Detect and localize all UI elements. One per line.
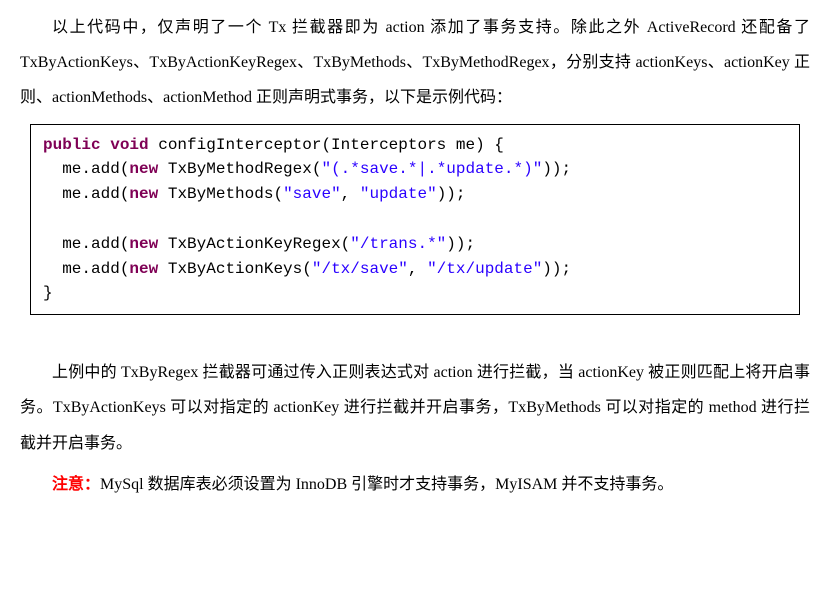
code-line-1a: me.add( — [43, 160, 129, 178]
code-line-3a: me.add( — [43, 235, 129, 253]
explanation-paragraph: 上例中的 TxByRegex 拦截器可通过传入正则表达式对 action 进行拦… — [20, 355, 810, 461]
keyword-new: new — [129, 185, 158, 203]
code-line-1c: )); — [542, 160, 571, 178]
keyword-new: new — [129, 160, 158, 178]
code-line-2a: me.add( — [43, 185, 129, 203]
keyword-public: public — [43, 136, 101, 154]
string-literal: "(.*save.*|.*update.*)" — [321, 160, 542, 178]
separator: , — [341, 185, 360, 203]
code-line-4c: )); — [542, 260, 571, 278]
function-signature: configInterceptor(Interceptors me) { — [149, 136, 504, 154]
code-example: public void configInterceptor(Intercepto… — [30, 124, 800, 316]
separator: , — [408, 260, 427, 278]
code-line-3b: TxByActionKeyRegex( — [158, 235, 350, 253]
intro-paragraph: 以上代码中，仅声明了一个 Tx 拦截器即为 action 添加了事务支持。除此之… — [20, 10, 810, 116]
note-line: 注意：MySql 数据库表必须设置为 InnoDB 引擎时才支持事务，MyISA… — [20, 467, 810, 502]
note-label: 注意： — [52, 476, 100, 493]
string-literal: "/tx/save" — [312, 260, 408, 278]
code-line-4a: me.add( — [43, 260, 129, 278]
string-literal: "/trans.*" — [350, 235, 446, 253]
code-line-2b: TxByMethods( — [158, 185, 283, 203]
string-literal: "update" — [360, 185, 437, 203]
code-line-3c: )); — [446, 235, 475, 253]
string-literal: "save" — [283, 185, 341, 203]
code-line-2c: )); — [437, 185, 466, 203]
code-line-4b: TxByActionKeys( — [158, 260, 312, 278]
note-text: MySql 数据库表必须设置为 InnoDB 引擎时才支持事务，MyISAM 并… — [100, 476, 673, 493]
keyword-void: void — [110, 136, 148, 154]
string-literal: "/tx/update" — [427, 260, 542, 278]
keyword-new: new — [129, 260, 158, 278]
keyword-new: new — [129, 235, 158, 253]
code-close: } — [43, 284, 53, 302]
code-line-1b: TxByMethodRegex( — [158, 160, 321, 178]
